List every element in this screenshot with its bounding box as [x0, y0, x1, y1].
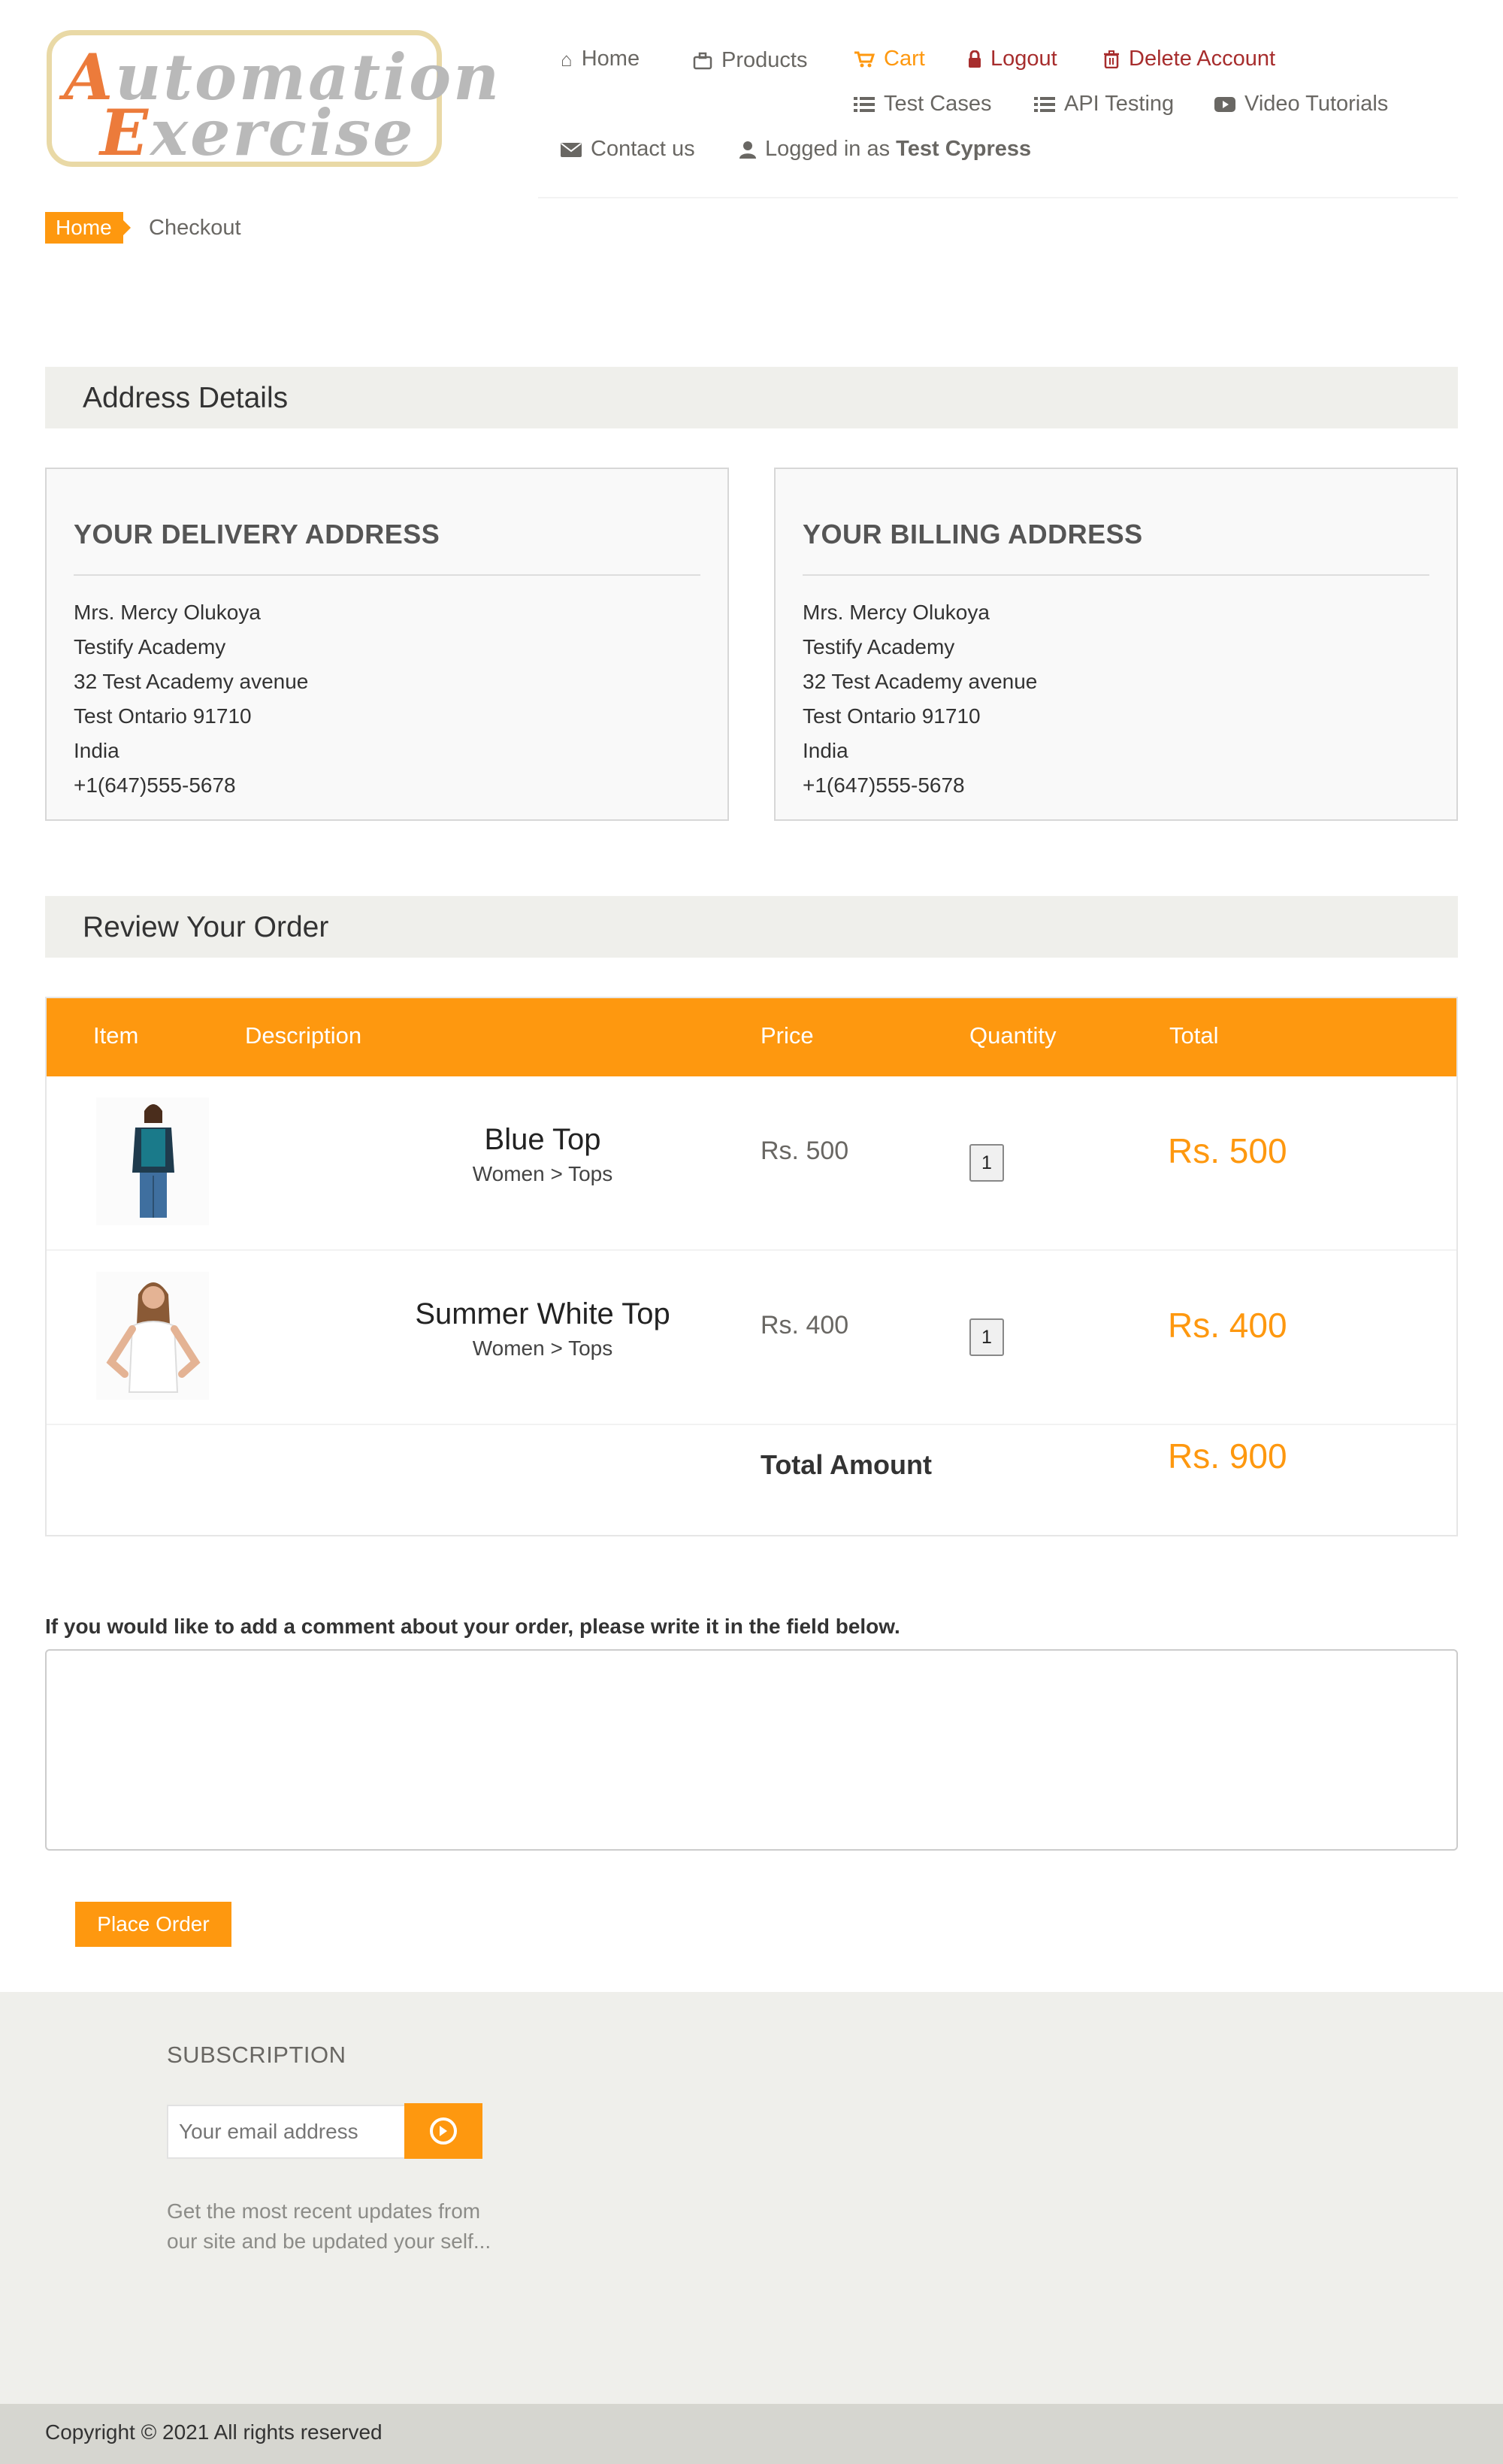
cart-icon: [854, 51, 875, 67]
review-order-heading: Review Your Order: [45, 896, 1458, 958]
header-description: Description: [245, 1022, 362, 1049]
table-row: Summer White Top Women > Tops Rs. 400 1 …: [47, 1251, 1456, 1425]
subscription-email-input[interactable]: [167, 2105, 406, 2159]
nav-cart-label: Cart: [884, 47, 925, 71]
list-icon: [1034, 96, 1055, 112]
copyright-text: Copyright © 2021 All rights reserved: [45, 2420, 383, 2444]
subscription-title: SUBSCRIPTION: [167, 2042, 346, 2068]
nav-delete-account-label: Delete Account: [1129, 47, 1276, 71]
delivery-city: Test Ontario 91710: [74, 704, 252, 728]
logo-text-2a: E: [100, 95, 151, 170]
trash-icon: [1104, 50, 1119, 68]
header-item: Item: [93, 1022, 139, 1049]
header-quantity: Quantity: [969, 1022, 1057, 1049]
nav-api-testing-label: API Testing: [1064, 92, 1175, 116]
billing-street: 32 Test Academy avenue: [803, 670, 1038, 693]
user-icon: [739, 141, 756, 159]
product-quantity: 1: [969, 1144, 1004, 1182]
subscribe-button[interactable]: [404, 2103, 482, 2159]
breadcrumb-current: Checkout: [149, 216, 241, 240]
product-image-blue-top[interactable]: [96, 1097, 209, 1225]
billing-address-box: YOUR BILLING ADDRESS Mrs. Mercy Olukoya …: [774, 468, 1458, 821]
nav-products[interactable]: Products: [693, 48, 807, 73]
order-comment-field[interactable]: [45, 1649, 1458, 1851]
header-total: Total: [1169, 1022, 1219, 1049]
nav-logout[interactable]: Logout: [968, 47, 1057, 71]
site-logo[interactable]: Automation Exercise: [47, 30, 499, 170]
nav-products-label: Products: [721, 48, 808, 72]
order-table: Item Description Price Quantity Total Bl…: [45, 997, 1458, 1536]
nav-video-tutorials[interactable]: Video Tutorials: [1214, 92, 1388, 117]
billing-company: Testify Academy: [803, 635, 955, 658]
total-amount-label: Total Amount: [761, 1449, 932, 1480]
nav-cart[interactable]: Cart: [854, 47, 925, 71]
nav-delete-account[interactable]: Delete Account: [1103, 47, 1275, 71]
nav-home-label: Home: [581, 47, 640, 71]
nav-logged-in[interactable]: Logged in as Test Cypress: [739, 137, 1031, 162]
header-price: Price: [761, 1022, 814, 1049]
delivery-street: 32 Test Academy avenue: [74, 670, 309, 693]
delivery-name: Mrs. Mercy Olukoya: [74, 601, 261, 624]
review-order-title: Review Your Order: [83, 911, 329, 943]
table-row: Blue Top Women > Tops Rs. 500 1 Rs. 500: [47, 1076, 1456, 1251]
product-quantity: 1: [969, 1318, 1004, 1356]
youtube-icon: [1214, 96, 1235, 112]
nav-test-cases-label: Test Cases: [884, 92, 992, 116]
delivery-company: Testify Academy: [74, 635, 226, 658]
nav-logout-label: Logout: [990, 47, 1057, 71]
total-amount-value: Rs. 900: [1168, 1436, 1287, 1476]
place-order-button[interactable]: Place Order: [75, 1902, 231, 1947]
header-divider: [538, 197, 1458, 198]
product-category: Women > Tops: [472, 1162, 613, 1185]
nav-contact-us-label: Contact us: [591, 137, 695, 161]
site-header: Automation Exercise ⌂ Home Products Cart…: [0, 0, 1503, 199]
lock-icon: [969, 50, 981, 68]
envelope-icon: [561, 142, 582, 157]
footer: SUBSCRIPTION Get the most recent updates…: [0, 1992, 1503, 2404]
billing-name: Mrs. Mercy Olukoya: [803, 601, 990, 624]
nav-contact-us[interactable]: Contact us: [561, 137, 695, 162]
logged-in-user: Test Cypress: [896, 137, 1032, 161]
nav-video-tutorials-label: Video Tutorials: [1244, 92, 1389, 116]
comment-label: If you would like to add a comment about…: [45, 1615, 900, 1638]
list-icon: [854, 96, 875, 112]
subscription-text: Get the most recent updates from our sit…: [167, 2199, 491, 2253]
product-price: Rs. 400: [761, 1311, 849, 1339]
nav-api-testing[interactable]: API Testing: [1034, 92, 1174, 117]
delivery-address-lines: Mrs. Mercy Olukoya Testify Academy 32 Te…: [74, 595, 308, 803]
delivery-address-title: YOUR DELIVERY ADDRESS: [74, 519, 440, 549]
billing-divider: [803, 574, 1429, 576]
billing-phone: +1(647)555-5678: [803, 773, 965, 797]
briefcase-icon: [693, 52, 712, 69]
delivery-phone: +1(647)555-5678: [74, 773, 236, 797]
arrow-circle-right-icon: [430, 2117, 457, 2145]
product-image-summer-white-top[interactable]: [96, 1272, 209, 1400]
delivery-address-box: YOUR DELIVERY ADDRESS Mrs. Mercy Olukoya…: [45, 468, 729, 821]
address-details-heading: Address Details: [45, 367, 1458, 428]
billing-address-lines: Mrs. Mercy Olukoya Testify Academy 32 Te…: [803, 595, 1037, 803]
product-name[interactable]: Blue Top: [332, 1123, 753, 1157]
delivery-country: India: [74, 739, 119, 762]
delivery-divider: [74, 574, 700, 576]
product-name[interactable]: Summer White Top: [332, 1297, 753, 1331]
logged-in-prefix: Logged in as: [765, 137, 891, 161]
billing-city: Test Ontario 91710: [803, 704, 981, 728]
product-total: Rs. 500: [1168, 1131, 1287, 1170]
product-price: Rs. 500: [761, 1137, 849, 1165]
nav-home[interactable]: ⌂ Home: [561, 47, 640, 71]
product-category: Women > Tops: [472, 1336, 613, 1360]
billing-country: India: [803, 739, 848, 762]
billing-address-title: YOUR BILLING ADDRESS: [803, 519, 1143, 549]
order-table-header: Item Description Price Quantity Total: [47, 998, 1456, 1076]
nav-test-cases[interactable]: Test Cases: [854, 92, 991, 117]
product-total: Rs. 400: [1168, 1306, 1287, 1345]
copyright-bar: Copyright © 2021 All rights reserved: [0, 2404, 1503, 2464]
address-details-title: Address Details: [83, 382, 289, 414]
home-icon: ⌂: [561, 47, 573, 71]
breadcrumb-home[interactable]: Home: [45, 212, 131, 244]
logo-text-2b: xercise: [150, 95, 416, 170]
